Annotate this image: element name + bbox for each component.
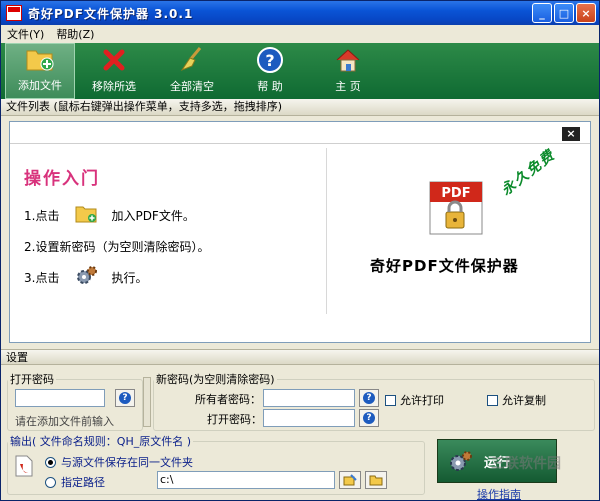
allow-copy-box[interactable] [487,394,498,406]
step-2: 2.设置新密码（为空则清除密码）。 [24,238,209,255]
same-folder-radio[interactable]: 与源文件保存在同一文件夹 [45,454,193,470]
folder-add-icon [75,204,99,227]
edit-icon [343,474,357,486]
folder-open-icon [369,475,383,486]
maximize-button[interactable]: □ [554,3,574,23]
step-1-text-a: 1.点击 [24,209,60,223]
menu-file[interactable]: 文件(Y) [1,26,50,42]
output-path-input[interactable]: c:\ [157,471,335,489]
gears-icon [450,451,472,471]
remove-selected-button[interactable]: 移除所选 [75,43,153,99]
red-x-icon [99,45,129,75]
owner-password-label: 所有者密码： [195,393,261,406]
close-button[interactable]: × [576,3,596,23]
help-label: 帮 助 [257,80,283,93]
owner-password-help-button[interactable]: ? [359,389,379,407]
output-legend: 输出( 文件命名规则：QH_原文件名 ) [10,435,192,448]
browse-folder-button[interactable] [365,471,387,489]
watermark: 三联软件园 [491,456,561,472]
pdf-badge-text: PDF [441,186,470,201]
title-bar: 奇好PDF文件保护器 3.0.1 _ □ × [1,1,599,25]
help-icon: ? [363,412,375,424]
app-window: 奇好PDF文件保护器 3.0.1 _ □ × 文件(Y) 帮助(Z) 添加文件 … [0,0,600,501]
add-file-label: 添加文件 [18,79,62,92]
step-1-text-b: 加入PDF文件。 [111,209,195,223]
open-password-legend: 打开密码 [10,373,54,386]
panel-splitter[interactable] [143,377,151,427]
product-name: 奇好PDF文件保护器 [370,257,519,275]
help-icon: ? [363,392,375,404]
intro-divider [326,148,327,314]
allow-copy-label: 允许复制 [502,394,546,407]
allow-print-checkbox[interactable]: 允许打印 [385,392,444,408]
owner-password-input[interactable] [263,389,355,407]
add-file-button[interactable]: 添加文件 [5,43,75,99]
folder-add-icon [25,44,55,74]
home-button[interactable]: 主 页 [309,43,387,99]
allow-print-box[interactable] [385,394,396,406]
home-label: 主 页 [335,80,361,93]
open-password-input[interactable] [15,389,105,407]
menu-help[interactable]: 帮助(Z) [50,26,100,42]
broom-icon [177,45,207,75]
svg-text:?: ? [265,51,274,70]
step-3-text-a: 3.点击 [24,271,60,285]
app-icon [6,5,22,21]
new-open-password-help-button[interactable]: ? [359,409,379,427]
help-button[interactable]: ? 帮 助 [231,43,309,99]
path-edit-button[interactable] [339,471,361,489]
custom-path-radio-circle[interactable] [45,476,56,488]
guide-link[interactable]: 操作指南 [477,486,521,500]
step-3: 3.点击 执行。 [24,264,147,291]
minimize-button[interactable]: _ [532,3,552,23]
custom-path-radio[interactable]: 指定路径 [45,474,105,490]
step-2-text: 2.设置新密码（为空则清除密码）。 [24,240,210,254]
close-intro-button[interactable]: × [562,127,580,141]
menu-bar: 文件(Y) 帮助(Z) [1,25,599,43]
gears-icon [75,264,99,291]
same-folder-label: 与源文件保存在同一文件夹 [61,456,193,469]
clear-all-label: 全部清空 [170,80,214,93]
intro-header-strip [10,122,590,144]
home-icon [333,45,363,75]
open-password-help-button[interactable]: ? [115,389,135,407]
file-list-area[interactable]: × 操作入门 1.点击 加入PDF文件。 2.设置新密码（为空则清除密码）。 3… [9,121,591,343]
clear-all-button[interactable]: 全部清空 [153,43,231,99]
file-list-bar: 文件列表 (鼠标右键弹出操作菜单，支持多选，拖拽排序) [1,99,599,116]
custom-path-label: 指定路径 [61,476,105,489]
window-controls: _ □ × [532,3,596,23]
new-password-legend: 新密码(为空则清除密码) [156,373,275,386]
pdf-file-icon [15,455,33,480]
new-open-password-input[interactable] [263,409,355,427]
help-icon: ? [255,45,285,75]
remove-selected-label: 移除所选 [92,80,136,93]
pdf-lock-icon: PDF [428,180,484,236]
window-title: 奇好PDF文件保护器 3.0.1 [28,6,194,21]
settings-header: 设置 [1,349,599,365]
new-open-password-label: 打开密码： [207,413,262,426]
free-stamp: 永久免费 [498,146,559,199]
toolbar: 添加文件 移除所选 全部清空 ? 帮 助 主 页 [1,43,599,99]
intro-title: 操作入门 [24,169,100,189]
step-1: 1.点击 加入PDF文件。 [24,204,195,227]
allow-copy-checkbox[interactable]: 允许复制 [487,392,546,408]
step-3-text-b: 执行。 [111,271,148,285]
allow-print-label: 允许打印 [400,394,444,407]
same-folder-radio-circle[interactable] [45,456,56,468]
help-icon: ? [119,392,131,404]
open-password-hint: 请在添加文件前输入 [15,415,114,428]
